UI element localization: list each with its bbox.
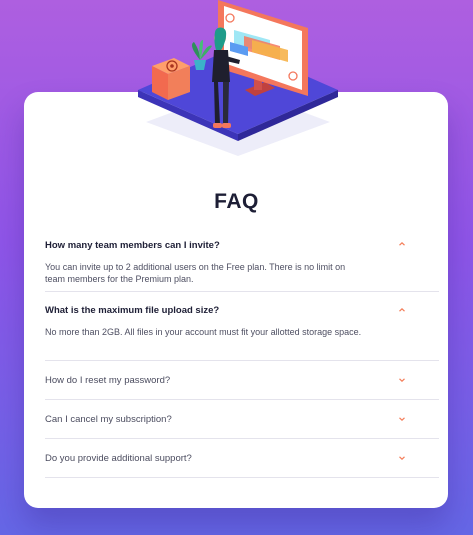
woman-at-computer-illustration	[138, 0, 338, 156]
faq-answer: You can invite up to 2 additional users …	[45, 262, 346, 284]
faq-question: How do I reset my password?	[45, 375, 171, 386]
chevron-up-icon[interactable]	[398, 240, 406, 248]
faq-question: How many team members can I invite?	[45, 240, 220, 251]
faq-question: Do you provide additional support?	[45, 453, 192, 464]
faq-item-team-members[interactable]: How many team members can I invite? You …	[45, 228, 439, 292]
faq-answer: No more than 2GB. All files in your acco…	[45, 327, 362, 337]
faq-question: What is the maximum file upload size?	[45, 305, 220, 316]
faq-item-additional-support[interactable]: Do you provide additional support?	[45, 439, 439, 478]
faq-item-cancel-subscription[interactable]: Can I cancel my subscription?	[45, 400, 439, 439]
chevron-down-icon[interactable]	[398, 454, 406, 462]
faq-item-reset-password[interactable]: How do I reset my password?	[45, 361, 439, 400]
chevron-down-icon[interactable]	[398, 376, 406, 384]
chevron-up-icon[interactable]	[398, 306, 406, 314]
faq-item-upload-size[interactable]: What is the maximum file upload size? No…	[45, 292, 439, 361]
faq-question: Can I cancel my subscription?	[45, 414, 172, 425]
faq-title: FAQ	[214, 190, 259, 213]
faq-list: How many team members can I invite? You …	[45, 228, 439, 478]
chevron-down-icon[interactable]	[398, 415, 406, 423]
plant-pot	[194, 60, 206, 70]
